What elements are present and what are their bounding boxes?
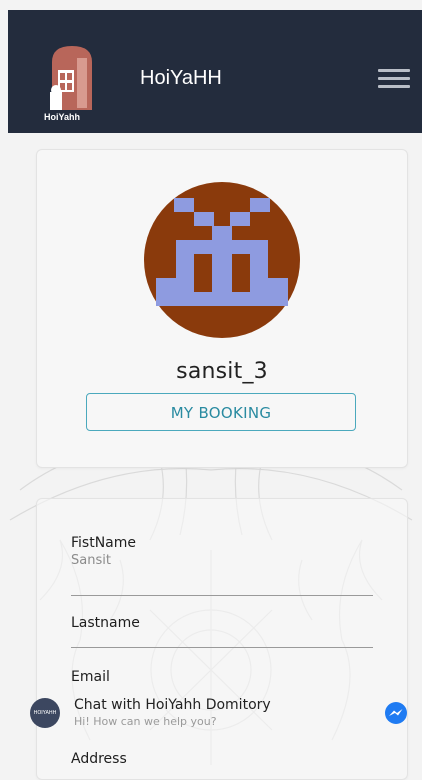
- chat-subtitle: Hi! How can we help you?: [74, 715, 217, 728]
- chat-title[interactable]: Chat with HoiYahh Domitory: [74, 697, 271, 713]
- chat-widget[interactable]: HOIYAHH Chat with HoiYahh Domitory Hi! H…: [28, 693, 422, 737]
- profile-form-card: FistName Sansit Lastname Email Address: [36, 498, 408, 780]
- firstname-underline: [71, 595, 373, 596]
- email-field[interactable]: Email: [71, 669, 373, 687]
- firstname-label: FistName: [71, 535, 137, 551]
- messenger-icon[interactable]: [384, 701, 408, 725]
- lastname-field[interactable]: Lastname: [71, 615, 373, 633]
- username: sansit_3: [176, 359, 268, 384]
- brand-logo-text: HoiYahh: [44, 112, 80, 122]
- firstname-value[interactable]: Sansit: [71, 553, 373, 568]
- brand-title[interactable]: HoiYaHH: [140, 67, 222, 90]
- email-label: Email: [71, 669, 110, 685]
- firstname-field[interactable]: FistName Sansit: [71, 535, 373, 568]
- navbar: HoiYahh HoiYaHH: [8, 10, 422, 133]
- lastname-underline: [71, 647, 373, 648]
- profile-card: sansit_3 MY BOOKING: [36, 149, 408, 468]
- brand-logo[interactable]: HoiYahh: [44, 40, 108, 124]
- lastname-label: Lastname: [71, 615, 140, 631]
- avatar: [144, 182, 300, 338]
- hamburger-icon[interactable]: [378, 66, 414, 92]
- my-booking-button[interactable]: MY BOOKING: [86, 393, 356, 431]
- chat-logo: HOIYAHH: [30, 698, 60, 728]
